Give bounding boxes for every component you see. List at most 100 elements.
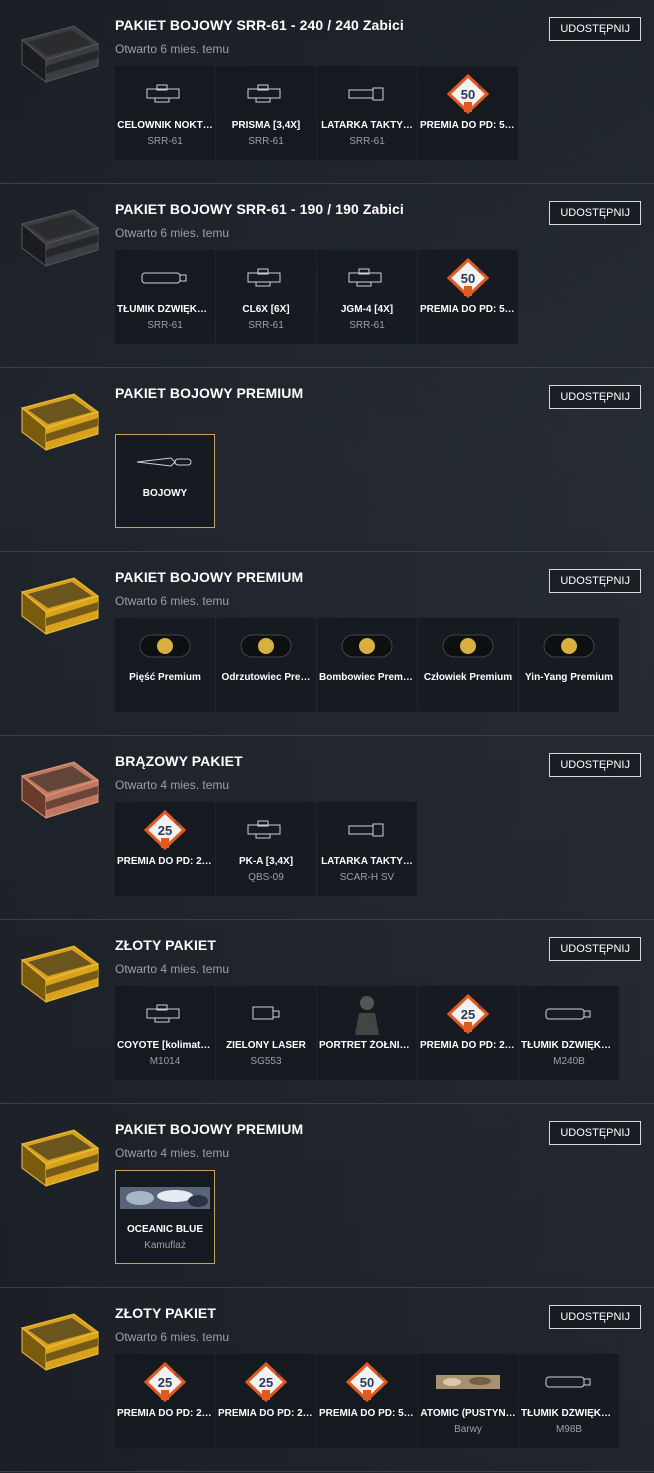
reward-item[interactable]: CL6X [6X] SRR-61 (216, 250, 316, 344)
reward-name: COYOTE [kolimator] (117, 1040, 213, 1051)
reward-item[interactable]: COYOTE [kolimator] M1014 (115, 986, 215, 1080)
reward-weapon: SRR-61 (349, 136, 385, 147)
reward-name: PREMIA DO PD: 50% (420, 304, 516, 315)
reward-weapon: Barwy (454, 1424, 482, 1435)
reward-item[interactable]: 50 % PREMIA DO PD: 50% (418, 250, 518, 344)
xp-badge-icon: 25 % (216, 1362, 316, 1402)
svg-text:%: % (478, 1005, 484, 1011)
reward-item[interactable]: ZIELONY LASER SG553 (216, 986, 316, 1080)
black-case-icon (14, 22, 104, 92)
reward-name: TŁUMIK DŹWIĘKU … (521, 1040, 617, 1051)
battlepack-entry: ZŁOTY PAKIET Otwarto 6 mies. temu UDOSTĘPN… (0, 1288, 654, 1472)
reward-item[interactable]: LATARKA TAKTY… SCAR-H SV (317, 802, 417, 896)
reward-weapon: Kamuflaż (144, 1240, 186, 1251)
reward-name: CELOWNIK NOKT… (117, 120, 213, 131)
reward-name: PORTRET ŻOŁNIE… (319, 1040, 415, 1051)
pack-opened-time: Otwarto 6 mies. temu (115, 226, 230, 240)
pack-title: PAKIET BOJOWY SRR-61 - 240 / 240 Zabici (115, 17, 404, 33)
reward-item[interactable]: TŁUMIK DŹWIĘKU … SRR-61 (115, 250, 215, 344)
battlepack-entry: PAKIET BOJOWY PREMIUM Otwarto 4 mies. tem… (0, 1104, 654, 1288)
reward-item[interactable]: Pięść Premium (115, 618, 215, 712)
battlepack-entry: BRĄZOWY PAKIET Otwarto 4 mies. temu UDOSTĘ… (0, 736, 654, 920)
share-button[interactable]: UDOSTĘPNIJ (549, 17, 641, 41)
share-button[interactable]: UDOSTĘPNIJ (549, 1305, 641, 1329)
suppressor-icon (519, 1364, 619, 1400)
share-button[interactable]: UDOSTĘPNIJ (549, 201, 641, 225)
dogtag-icon (216, 628, 316, 664)
reward-item[interactable]: PK-A [3,4X] QBS-09 (216, 802, 316, 896)
reward-item[interactable]: JGM-4 [4X] SRR-61 (317, 250, 417, 344)
reward-item[interactable]: OCEANIC BLUE Kamuflaż (115, 1170, 215, 1264)
pack-title: BRĄZOWY PAKIET (115, 753, 243, 769)
pack-opened-time: Otwarto 6 mies. temu (115, 42, 230, 56)
reward-name: PREMIA DO PD: 25% (117, 1408, 213, 1419)
scope-icon (216, 76, 316, 112)
reward-item[interactable]: Yin-Yang Premium (519, 618, 619, 712)
reward-name: CL6X [6X] (242, 304, 290, 315)
pack-opened-time: Otwarto 6 mies. temu (115, 594, 230, 608)
share-button[interactable]: UDOSTĘPNIJ (549, 569, 641, 593)
gold-case-icon (14, 942, 104, 1012)
reward-name: Bombowiec Premium (319, 672, 415, 683)
xp-badge-icon: 50 % (418, 74, 518, 114)
reward-item[interactable]: PORTRET ŻOŁNIE… (317, 986, 417, 1080)
reward-item[interactable]: 25 % PREMIA DO PD: 25% (115, 1354, 215, 1448)
share-button[interactable]: UDOSTĘPNIJ (549, 385, 641, 409)
xp-badge-icon: 50 % (418, 258, 518, 298)
reward-name: TŁUMIK DŹWIĘKU … (117, 304, 213, 315)
portrait-icon (317, 996, 417, 1035)
pack-title: PAKIET BOJOWY SRR-61 - 190 / 190 Zabici (115, 201, 404, 217)
gold-case-icon (14, 390, 104, 460)
pack-items: BOJOWY (115, 434, 216, 528)
reward-name: PREMIA DO PD: 25% (117, 856, 213, 867)
reward-weapon: SCAR-H SV (339, 872, 395, 883)
reward-item[interactable]: TŁUMIK DŹWIĘKU … M240B (519, 986, 619, 1080)
reward-name: Odrzutowiec Pre… (221, 672, 311, 683)
reward-item[interactable]: 50 % PREMIA DO PD: 50% (418, 66, 518, 160)
reward-name: LATARKA TAKTY… (321, 120, 413, 131)
reward-weapon: SG553 (250, 1056, 282, 1067)
share-button[interactable]: UDOSTĘPNIJ (549, 1121, 641, 1145)
reward-weapon: M98B (555, 1424, 583, 1435)
battlepack-entry: PAKIET BOJOWY SRR-61 - 240 / 240 Zabici O… (0, 0, 654, 184)
reward-item[interactable]: CELOWNIK NOKT… SRR-61 (115, 66, 215, 160)
reward-item[interactable]: PRISMA [3,4X] SRR-61 (216, 66, 316, 160)
reward-item[interactable]: 25 % PREMIA DO PD: 25% (115, 802, 215, 896)
svg-text:50: 50 (360, 1375, 374, 1390)
reward-item[interactable]: Odrzutowiec Pre… (216, 618, 316, 712)
pack-title: ZŁOTY PAKIET (115, 937, 217, 953)
laser-icon (216, 996, 316, 1032)
reward-name: PREMIA DO PD: 50% (420, 120, 516, 131)
reward-name: TŁUMIK DŹWIĘKU … (521, 1408, 617, 1419)
dogtag-icon (519, 628, 619, 664)
reward-item[interactable]: Bombowiec Premium (317, 618, 417, 712)
reward-item[interactable]: 50 % PREMIA DO PD: 50% (317, 1354, 417, 1448)
svg-text:%: % (175, 821, 181, 827)
gold-case-icon (14, 1126, 104, 1196)
reward-item[interactable]: Człowiek Premium (418, 618, 518, 712)
xp-badge-icon: 50 % (317, 1362, 417, 1402)
reward-name: ATOMIC (PUSTYN… (420, 1408, 516, 1419)
reward-item[interactable]: TŁUMIK DŹWIĘKU … M98B (519, 1354, 619, 1448)
reward-item[interactable]: LATARKA TAKTY… SRR-61 (317, 66, 417, 160)
pack-opened-time: Otwarto 4 mies. temu (115, 778, 230, 792)
pack-title: ZŁOTY PAKIET (115, 1305, 217, 1321)
reward-name: LATARKA TAKTY… (321, 856, 413, 867)
share-button[interactable]: UDOSTĘPNIJ (549, 937, 641, 961)
reward-weapon: SRR-61 (349, 320, 385, 331)
pack-items: 25 % PREMIA DO PD: 25% PK-A [3,4X] QBS-09 L… (115, 802, 418, 896)
battlepack-list: PAKIET BOJOWY SRR-61 - 240 / 240 Zabici O… (0, 0, 654, 1472)
share-button[interactable]: UDOSTĘPNIJ (549, 753, 641, 777)
reward-item[interactable]: ATOMIC (PUSTYN… Barwy (418, 1354, 518, 1448)
black-case-icon (14, 206, 104, 276)
svg-text:50: 50 (461, 87, 475, 102)
reward-item[interactable]: 25 % PREMIA DO PD: 25% (418, 986, 518, 1080)
reward-item[interactable]: 25 % PREMIA DO PD: 25% (216, 1354, 316, 1448)
reward-name: Yin-Yang Premium (525, 672, 613, 683)
pack-items: Pięść Premium Odrzutowiec Pre… Bombowiec P… (115, 618, 620, 712)
pack-title: PAKIET BOJOWY PREMIUM (115, 569, 304, 585)
pack-items: CELOWNIK NOKT… SRR-61 PRISMA [3,4X] SRR-61 L… (115, 66, 519, 160)
camo-icon (115, 1180, 215, 1216)
reward-item[interactable]: BOJOWY (115, 434, 215, 528)
paint-icon (418, 1364, 518, 1400)
